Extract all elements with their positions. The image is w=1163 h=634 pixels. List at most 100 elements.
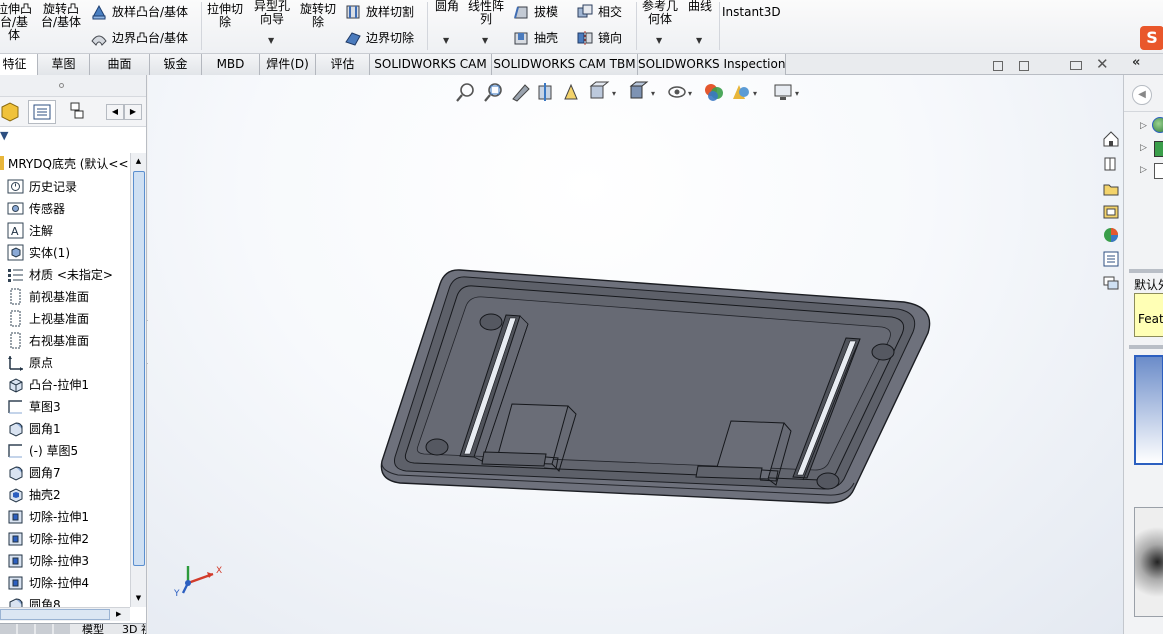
window-close-icon[interactable]: ✕	[1096, 55, 1109, 73]
mirror-button[interactable]: 镜向	[576, 29, 622, 47]
tree-item[interactable]: 切除-拉伸1	[0, 505, 89, 527]
draft-button[interactable]: 拔模	[512, 3, 558, 21]
taskpane-collapse-icon[interactable]: «	[1132, 55, 1140, 70]
fillet-button[interactable]: 圆角	[432, 0, 462, 13]
feature-manager-tab-icon[interactable]	[0, 101, 20, 123]
tab-solidworks-cam-tbm[interactable]: SOLIDWORKS CAM TBM	[492, 54, 638, 75]
tree-item[interactable]: 右视基准面	[0, 329, 89, 351]
hole-wizard-button[interactable]: 异型孔向导	[251, 0, 293, 26]
ime-indicator-icon[interactable]: S	[1140, 26, 1163, 50]
custom-properties-icon[interactable]	[1098, 248, 1123, 270]
loft-cut-button[interactable]: 放样切割	[344, 3, 414, 21]
tree-item[interactable]: 历史记录	[0, 175, 77, 197]
tree-hscrollbar-thumb[interactable]	[0, 609, 110, 620]
property-manager-tab-icon[interactable]	[28, 100, 56, 124]
fillet-dropdown-icon[interactable]: ▼	[443, 36, 449, 45]
revolve-boss-button[interactable]: 旋转凸台/基体	[39, 3, 83, 29]
graphics-area[interactable]: ▾ ▾ ▾ ▾ ▾ X Y	[148, 75, 1123, 634]
taskpane-preview-thumb-2[interactable]	[1134, 507, 1163, 617]
filter-icon[interactable]: ▼	[0, 129, 8, 142]
instant3d-button[interactable]: Instant3D	[722, 6, 781, 19]
tree-root[interactable]: MRYDQ底壳 (默认<<	[0, 153, 129, 173]
extrude-boss-button[interactable]: 拉伸凸台/基体	[0, 3, 34, 42]
tree-item[interactable]: 原点	[0, 351, 53, 373]
tab-scroll-right-icon[interactable]: ▶	[124, 104, 142, 120]
tree-item-label: 注解	[29, 223, 54, 238]
tree-item[interactable]: 草图3	[0, 395, 61, 417]
hole-bottom-right	[816, 472, 840, 490]
intersect-icon	[577, 4, 593, 18]
tree-item[interactable]: 切除-拉伸3	[0, 549, 89, 571]
tab-solidworks-inspection[interactable]: SOLIDWORKS Inspection	[638, 54, 786, 75]
configuration-manager-tab-icon[interactable]	[64, 100, 92, 124]
tree-hscrollbar[interactable]: ▶	[0, 607, 130, 621]
taskpane-toolbar-separator	[1124, 111, 1163, 112]
tree-item-label: 历史记录	[29, 179, 78, 194]
expand-arrow-icon[interactable]: ▷	[1140, 121, 1147, 131]
part-model[interactable]	[148, 75, 1123, 634]
tree-scrollbar-thumb[interactable]	[133, 171, 145, 566]
window-restore-icon[interactable]	[1070, 61, 1082, 70]
intersect-button[interactable]: 相交	[576, 3, 622, 21]
tab-features[interactable]: 特征	[0, 54, 38, 75]
linear-pattern-button[interactable]: 线性阵列	[467, 0, 505, 26]
tree-item[interactable]: 实体(1)	[0, 241, 70, 263]
loft-boss-label: 放样凸台/基体	[112, 5, 189, 19]
taskpane-preview-thumb[interactable]	[1134, 355, 1163, 465]
taskpane-globe-icon[interactable]	[1152, 117, 1163, 133]
view-palette-icon[interactable]	[1098, 201, 1123, 223]
tree-item-label: 传感器	[29, 201, 66, 216]
tree-item[interactable]: 切除-拉伸2	[0, 527, 89, 549]
taskpane-library-icon[interactable]	[1154, 141, 1163, 157]
shell-button[interactable]: 抽壳	[512, 29, 558, 47]
window-next-icon[interactable]	[1019, 61, 1029, 71]
tab-mbd[interactable]: MBD	[202, 54, 260, 75]
tab-weldments[interactable]: 焊件(D)	[260, 54, 316, 75]
hole-wizard-dropdown-icon[interactable]: ▼	[268, 36, 274, 45]
ribbon-separator	[427, 2, 428, 50]
tree-item[interactable]: 圆角1	[0, 417, 61, 439]
tab-surfaces[interactable]: 曲面	[90, 54, 150, 75]
bottom-tab-nav-icon[interactable]	[0, 624, 72, 634]
window-prev-icon[interactable]	[993, 61, 1003, 71]
hole-top-right	[871, 343, 895, 361]
bottom-tab-3d-views[interactable]: 3D 视图	[122, 624, 146, 634]
curves-dropdown-icon[interactable]: ▼	[696, 36, 702, 45]
tab-sheet-metal[interactable]: 钣金	[150, 54, 202, 75]
boundary-cut-button[interactable]: 边界切除	[344, 29, 414, 47]
boundary-boss-button[interactable]: 边界凸台/基体	[90, 29, 188, 47]
file-explorer-icon[interactable]	[1098, 178, 1123, 200]
tree-item[interactable]: 传感器	[0, 197, 65, 219]
expand-arrow-icon[interactable]: ▷	[1140, 143, 1147, 153]
tree-item[interactable]: 前视基准面	[0, 285, 89, 307]
curves-button[interactable]: 曲线	[685, 0, 715, 13]
tree-item[interactable]: 圆角7	[0, 461, 61, 483]
linear-pattern-dropdown-icon[interactable]: ▼	[482, 36, 488, 45]
tab-sketch[interactable]: 草图	[38, 54, 90, 75]
tree-item[interactable]: 抽壳2	[0, 483, 61, 505]
forum-icon[interactable]	[1098, 272, 1123, 294]
tab-scroll-left-icon[interactable]: ◀	[106, 104, 124, 120]
expand-arrow-icon[interactable]: ▷	[1140, 165, 1147, 175]
taskpane-back-icon[interactable]: ◀	[1132, 85, 1152, 105]
tree-item[interactable]: 凸台-拉伸1	[0, 373, 89, 395]
appearances-icon[interactable]	[1098, 224, 1123, 246]
reference-geometry-dropdown-icon[interactable]: ▼	[656, 36, 662, 45]
extrude-cut-button[interactable]: 拉伸切除	[205, 3, 245, 29]
revolve-cut-button[interactable]: 旋转切除	[298, 3, 338, 29]
bottom-tab-model[interactable]: 模型	[82, 624, 104, 634]
tree-item[interactable]: (-) 草图5	[0, 439, 78, 461]
tree-item[interactable]: 材质 <未指定>	[0, 263, 113, 285]
reference-geometry-button[interactable]: 参考几何体	[640, 0, 680, 26]
tree-item[interactable]: A 注解	[0, 219, 53, 241]
boundary-cut-label: 边界切除	[366, 31, 415, 45]
tree-scrollbar[interactable]: ▲ ▼	[130, 153, 146, 607]
taskpane-folder-icon[interactable]	[1154, 163, 1163, 179]
tree-item[interactable]: 上视基准面	[0, 307, 89, 329]
tab-evaluate[interactable]: 评估	[316, 54, 370, 75]
loft-boss-button[interactable]: 放样凸台/基体	[90, 3, 188, 21]
tree-item[interactable]: 切除-拉伸4	[0, 571, 89, 593]
tab-solidworks-cam[interactable]: SOLIDWORKS CAM	[370, 54, 492, 75]
solidworks-resources-icon[interactable]	[1098, 128, 1123, 150]
design-library-icon[interactable]	[1098, 153, 1123, 175]
